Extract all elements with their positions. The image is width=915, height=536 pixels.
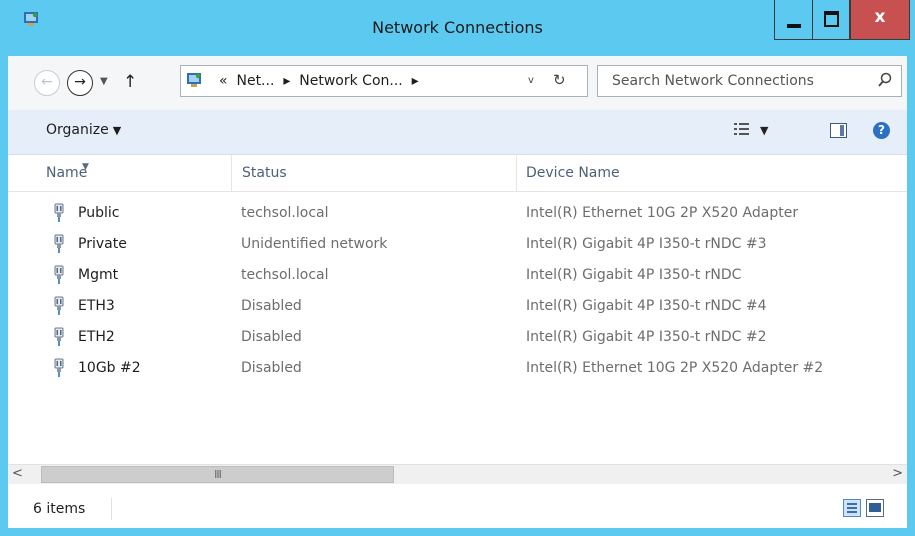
connection-row[interactable]: ETH2 Disabled Intel(R) Gigabit 4P I350-t r… (8, 325, 907, 356)
address-dropdown-icon[interactable]: v (528, 75, 534, 86)
connection-name: 10Gb #2 (78, 360, 141, 376)
horizontal-scrollbar[interactable]: < III > (8, 464, 907, 484)
column-headers: ▼ Name Status Device Name (8, 155, 907, 192)
status-bar: 6 items (8, 484, 907, 528)
scrollbar-thumb[interactable]: III (41, 466, 394, 483)
organize-label: Organize (46, 122, 109, 138)
minimize-button[interactable] (774, 0, 812, 40)
connection-device-name: Intel(R) Ethernet 10G 2P X520 Adapter (526, 205, 799, 221)
window-frame-left (0, 110, 8, 530)
column-header-device-name[interactable]: Device Name (517, 155, 907, 191)
details-view-toggle[interactable] (843, 499, 861, 517)
connection-status: Disabled (241, 360, 302, 376)
scrollbar-grip: III (214, 468, 222, 481)
connection-name: ETH3 (78, 298, 115, 314)
breadcrumb-item-network[interactable]: Net... (236, 73, 274, 89)
connection-device-name: Intel(R) Gigabit 4P I350-t rNDC #4 (526, 298, 767, 314)
connection-row[interactable]: 10Gb #2 Disabled Intel(R) Ethernet 10G 2P … (8, 356, 907, 387)
search-input[interactable]: Search Network Connections (597, 65, 902, 97)
connection-status: Disabled (241, 298, 302, 314)
close-button[interactable]: x (850, 0, 910, 40)
navigation-row: ← → ▼ ↑ « Net... ▸ Network Con... ▸ v ↻ … (0, 50, 915, 110)
change-view-button[interactable]: ▼ (734, 122, 768, 138)
network-adapter-icon (54, 296, 64, 315)
connection-name: ETH2 (78, 329, 115, 345)
connection-row[interactable]: Mgmt techsol.local Intel(R) Gigabit 4P I35… (8, 263, 907, 294)
network-connections-window: Network Connections x ← → ▼ ↑ « Net... ▸… (0, 0, 915, 536)
command-bar: Organize ▼ ▼ ? (8, 110, 907, 155)
preview-pane-button[interactable] (830, 123, 847, 138)
refresh-icon[interactable]: ↻ (553, 71, 566, 89)
connection-name: Mgmt (78, 267, 119, 283)
navigation-bar: ← → ▼ ↑ « Net... ▸ Network Con... ▸ v ↻ … (8, 56, 907, 110)
chevron-down-icon: ▼ (112, 124, 122, 137)
chevron-down-icon: ▼ (760, 124, 769, 137)
window-frame-bottom (0, 528, 915, 536)
back-button[interactable]: ← (34, 70, 60, 96)
connection-row[interactable]: Public techsol.local Intel(R) Ethernet 10G… (8, 201, 907, 232)
connection-device-name: Intel(R) Ethernet 10G 2P X520 Adapter #2 (526, 360, 824, 376)
maximize-button[interactable] (812, 0, 850, 40)
network-adapter-icon (54, 265, 64, 284)
window-frame-right (907, 110, 915, 530)
connection-status: Unidentified network (241, 236, 388, 252)
connection-device-name: Intel(R) Gigabit 4P I350-t rNDC (526, 267, 742, 283)
connection-status: techsol.local (241, 205, 329, 221)
network-folder-icon (187, 73, 201, 87)
connection-row[interactable]: Private Unidentified network Intel(R) Giga… (8, 232, 907, 263)
title-bar[interactable]: Network Connections x (0, 0, 915, 50)
search-icon[interactable] (878, 72, 892, 88)
close-icon: x (874, 7, 886, 27)
connection-device-name: Intel(R) Gigabit 4P I350-t rNDC #3 (526, 236, 767, 252)
connection-status: Disabled (241, 329, 302, 345)
details-view-icon (734, 123, 749, 135)
forward-button[interactable]: → (67, 70, 93, 96)
help-icon[interactable]: ? (873, 122, 890, 139)
connection-status: techsol.local (241, 267, 329, 283)
status-separator (111, 498, 112, 520)
column-header-status[interactable]: Status (232, 155, 517, 191)
network-adapter-icon (54, 203, 64, 222)
breadcrumb-separator-icon[interactable]: ▸ (412, 73, 419, 89)
maximize-icon (824, 11, 839, 27)
network-adapter-icon (54, 234, 64, 253)
connection-device-name: Intel(R) Gigabit 4P I350-t rNDC #2 (526, 329, 767, 345)
connection-row[interactable]: ETH3 Disabled Intel(R) Gigabit 4P I350-t r… (8, 294, 907, 325)
scroll-left-arrow[interactable]: < (12, 466, 23, 481)
breadcrumb-item-network-connections[interactable]: Network Con... (299, 73, 402, 89)
search-placeholder: Search Network Connections (612, 73, 814, 89)
column-header-name[interactable]: ▼ Name (8, 155, 232, 191)
connection-name: Public (78, 205, 120, 221)
minimize-icon (787, 24, 801, 28)
connection-name: Private (78, 236, 127, 252)
large-icons-view-toggle[interactable] (866, 499, 884, 517)
up-arrow-icon[interactable]: ↑ (123, 72, 137, 92)
breadcrumb-overflow[interactable]: « (219, 73, 228, 89)
address-bar[interactable]: « Net... ▸ Network Con... ▸ v ↻ (180, 65, 588, 97)
network-adapter-icon (54, 327, 64, 346)
recent-locations-chevron-down-icon[interactable]: ▼ (100, 76, 108, 87)
breadcrumb[interactable]: « Net... ▸ Network Con... ▸ (219, 73, 419, 89)
sort-descending-icon: ▼ (82, 162, 89, 172)
network-adapter-icon (54, 358, 64, 377)
item-count: 6 items (33, 501, 86, 517)
connections-list: Public techsol.local Intel(R) Ethernet 10G… (8, 201, 907, 387)
organize-menu-button[interactable]: Organize ▼ (46, 122, 121, 138)
breadcrumb-separator-icon[interactable]: ▸ (283, 73, 290, 89)
scroll-right-arrow[interactable]: > (892, 466, 903, 481)
